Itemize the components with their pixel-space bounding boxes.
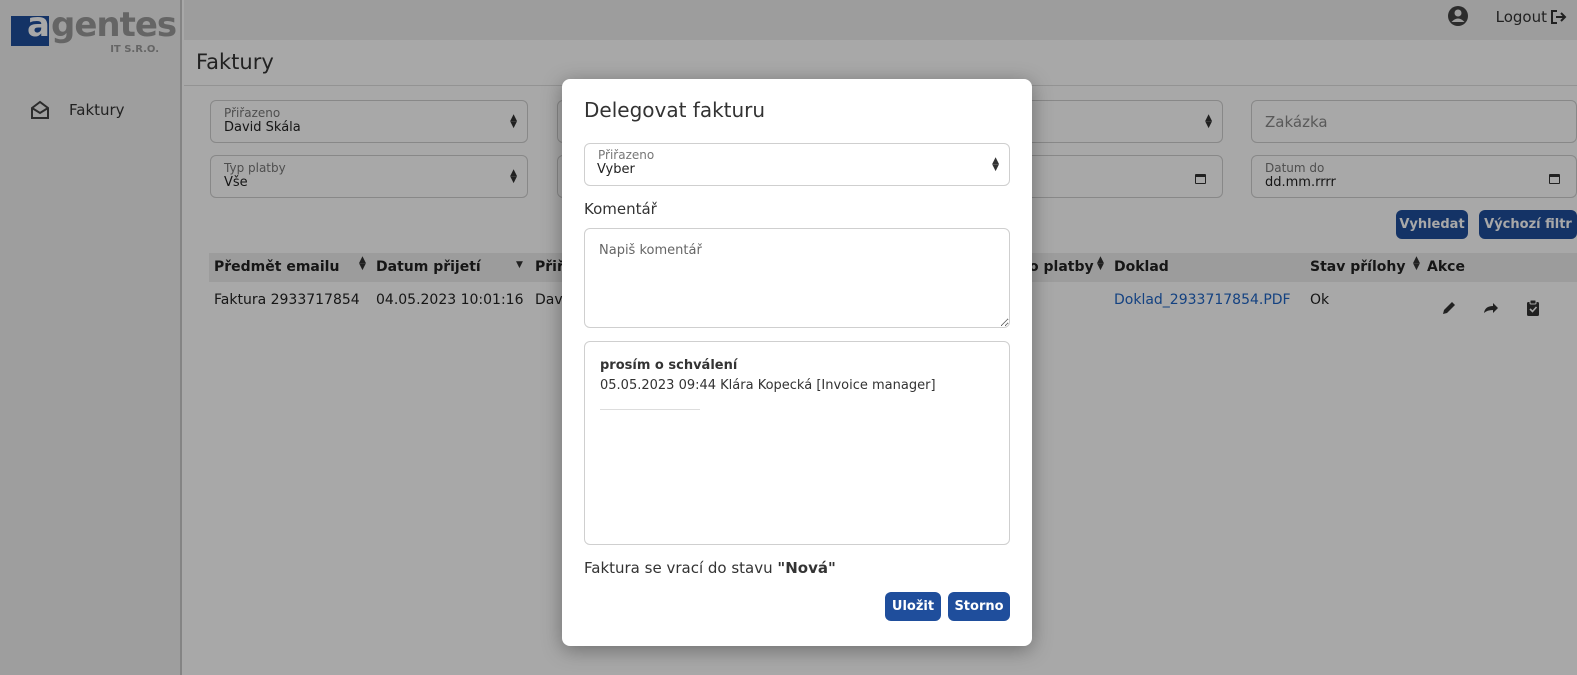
status-message: Faktura se vrací do stavu "Nová" [584,559,836,577]
save-button[interactable]: Uložit [885,592,941,621]
cancel-button[interactable]: Storno [948,592,1010,621]
select-arrows-icon: ▲ ▼ [992,156,999,173]
history-comment-meta: 05.05.2023 09:44 Klára Kopecká [Invoice … [600,378,936,393]
history-comment-title: prosím o schválení [600,358,738,373]
assigned-select-label: Přiřazeno [598,148,655,162]
comment-history: prosím o schválení 05.05.2023 09:44 Klár… [584,341,1010,545]
assigned-select-value: Vyber [597,162,635,177]
delegate-invoice-modal: Delegovat fakturu Přiřazeno Vyber ▲ ▼ Kom… [562,79,1032,646]
history-separator [600,409,700,410]
status-message-value: "Nová" [777,559,836,577]
comment-textarea[interactable] [584,228,1010,328]
assigned-select[interactable]: Přiřazeno Vyber ▲ ▼ [584,143,1010,186]
comment-label: Komentář [584,200,657,218]
modal-title: Delegovat fakturu [584,98,766,122]
status-message-text: Faktura se vrací do stavu [584,559,773,577]
